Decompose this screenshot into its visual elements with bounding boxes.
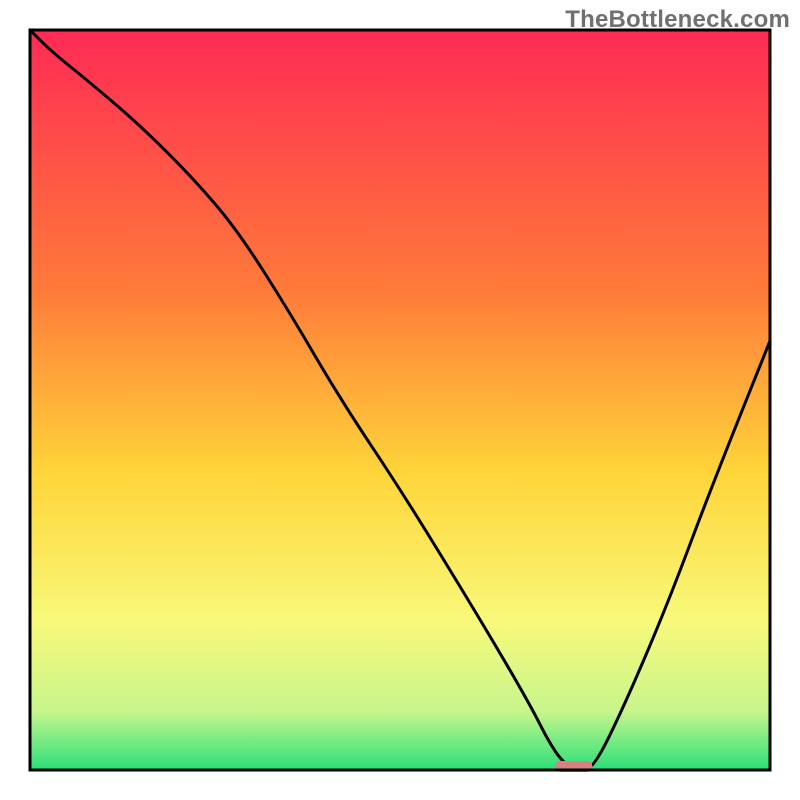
watermark-text: TheBottleneck.com xyxy=(565,6,790,34)
plot-background xyxy=(30,30,770,770)
bottleneck-chart xyxy=(0,0,800,800)
chart-container: TheBottleneck.com xyxy=(0,0,800,800)
